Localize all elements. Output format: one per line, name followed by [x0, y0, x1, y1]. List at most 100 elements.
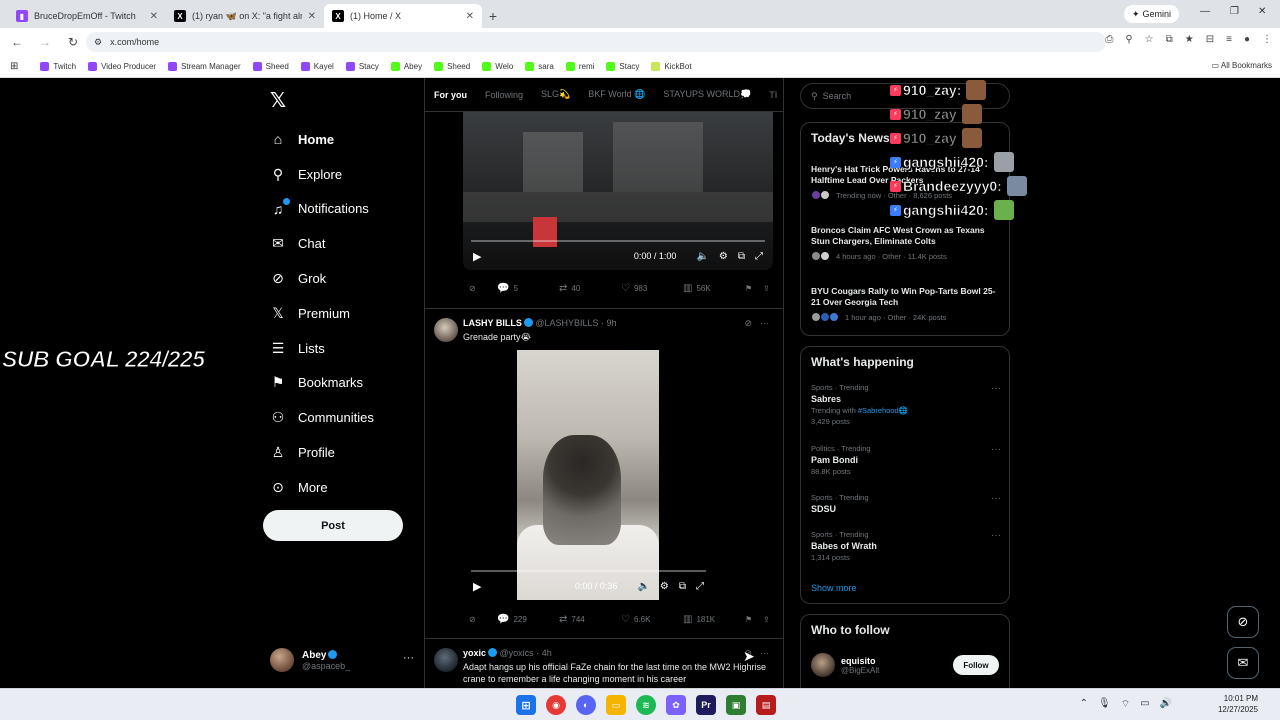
discord-icon[interactable]: ◐: [576, 695, 596, 715]
tweet-video-player[interactable]: ▶ 0:00 / 0:36 🔈 ⚙ ⧉ ⤢: [463, 350, 714, 600]
news-item[interactable]: Broncos Claim AFC West Crown as Texans S…: [811, 225, 1001, 261]
copilot-icon[interactable]: ✿: [666, 695, 686, 715]
nav-item-explore[interactable]: ⚲ Explore: [270, 157, 374, 192]
tweet-author-handle[interactable]: @yoxics: [500, 648, 534, 658]
play-icon[interactable]: ▶: [473, 580, 481, 593]
back-icon[interactable]: ←: [6, 35, 28, 49]
like-button[interactable]: ♡ 6.6K: [621, 614, 683, 625]
news-item[interactable]: BYU Cougars Rally to Win Pop-Tarts Bowl …: [811, 286, 1001, 322]
account-switcher[interactable]: Abey @aspaceb_ ···: [270, 648, 418, 672]
all-bookmarks-button[interactable]: ▭ All Bookmarks: [1212, 61, 1272, 70]
bookmark-item[interactable]: sara: [525, 62, 554, 71]
bookmark-star-icon[interactable]: ★: [1185, 34, 1194, 45]
gemini-button[interactable]: ✦ Gemini: [1124, 5, 1180, 23]
repost-button[interactable]: ⇄ 40: [559, 283, 621, 294]
reply-button[interactable]: 💬 229: [497, 614, 559, 625]
nav-item-grok[interactable]: ⊘ Grok: [270, 261, 374, 296]
close-tab-icon[interactable]: ✕: [150, 11, 158, 22]
clock[interactable]: 10:01 PM 12/27/2025: [1218, 693, 1258, 715]
profile-avatar-icon[interactable]: ●: [1244, 34, 1250, 45]
more-dots-icon[interactable]: ···: [760, 318, 769, 329]
bookmark-item[interactable]: Welo: [482, 62, 513, 71]
browser-tab-x-home[interactable]: X (1) Home / X ✕: [324, 4, 482, 28]
menu-icon[interactable]: ⋮: [1262, 34, 1272, 45]
x-logo-icon[interactable]: 𝕏: [270, 88, 286, 113]
feed-tab[interactable]: Following: [485, 90, 523, 100]
trend-item[interactable]: Sports · Trending Babes of Wrath 1,314 p…: [811, 530, 1001, 562]
nav-item-more[interactable]: ⊙ More: [270, 470, 374, 505]
feed-tab[interactable]: STAYUPS WORLD💭: [663, 89, 751, 100]
minimize-icon[interactable]: —: [1200, 6, 1210, 17]
volume-icon[interactable]: 🔈: [696, 251, 708, 262]
feed-tab[interactable]: TI: [769, 90, 777, 100]
chrome-icon[interactable]: ◉: [546, 695, 566, 715]
tweet-video-player[interactable]: ▶ 0:00 / 1:00 🔈 ⚙ ⧉ ⤢: [463, 112, 773, 270]
bookmark-item[interactable]: Video Producer: [88, 62, 156, 71]
tweet-time[interactable]: · 4h: [536, 648, 552, 658]
reload-icon[interactable]: ↻: [62, 35, 84, 49]
nav-item-communities[interactable]: ⚇ Communities: [270, 400, 374, 435]
more-dots-icon[interactable]: ···: [991, 444, 1001, 455]
app-icon[interactable]: ▣: [726, 695, 746, 715]
downloads-icon[interactable]: ≡: [1226, 34, 1232, 45]
spotify-icon[interactable]: ≋: [636, 695, 656, 715]
show-more-link[interactable]: Show more: [811, 583, 857, 593]
monitor-icon[interactable]: ▭: [1140, 698, 1149, 711]
wifi-icon[interactable]: ⌔: [1121, 698, 1130, 711]
trend-item[interactable]: Sports · Trending SDSU ···: [811, 493, 1001, 514]
bookmark-item[interactable]: Stacy: [345, 62, 379, 71]
nav-item-chat[interactable]: ✉ Chat: [270, 226, 374, 261]
nav-item-premium[interactable]: 𝕏 Premium: [270, 296, 374, 331]
address-bar[interactable]: ⚙ x.com/home: [86, 32, 1106, 52]
bookmark-icon[interactable]: ⚑: [745, 615, 763, 624]
browser-tab-twitch[interactable]: ▮ BruceDropEmOff - Twitch ✕: [8, 4, 166, 28]
trend-item[interactable]: Sports · Trending Sabres Trending with #…: [811, 383, 1001, 426]
apps-grid-icon[interactable]: ⊞: [10, 61, 18, 72]
split-view-icon[interactable]: ⊟: [1206, 34, 1214, 45]
more-dots-icon[interactable]: ···: [760, 648, 769, 659]
trend-hashtag[interactable]: #Sabrehood🌐: [858, 406, 908, 415]
grok-icon[interactable]: ⊘: [469, 284, 497, 293]
bookmark-item[interactable]: remi: [565, 62, 594, 71]
nav-item-lists[interactable]: ☰ Lists: [270, 331, 374, 366]
bookmark-item[interactable]: Sheed: [252, 62, 289, 71]
nav-item-profile[interactable]: ♙ Profile: [270, 435, 374, 470]
bookmark-item[interactable]: Sheed: [434, 62, 470, 71]
trend-item[interactable]: Politics · Trending Pam Bondi 88.8K post…: [811, 444, 1001, 476]
bookmark-item[interactable]: KickBot: [651, 62, 692, 71]
settings-icon[interactable]: ⚙: [660, 581, 669, 592]
nav-item-home[interactable]: ⌂ Home: [270, 122, 374, 157]
premiere-icon[interactable]: Pr: [696, 695, 716, 715]
mic-icon[interactable]: 🎙: [1098, 698, 1111, 711]
grok-icon[interactable]: ⊘: [469, 615, 497, 624]
pip-icon[interactable]: ⧉: [679, 581, 686, 592]
star-icon[interactable]: ☆: [1145, 34, 1154, 45]
extensions-icon[interactable]: ⧉: [1166, 34, 1173, 45]
feed-tab[interactable]: SLG💫: [541, 89, 570, 100]
settings-icon[interactable]: ⚙: [719, 251, 728, 262]
volume-icon[interactable]: 🔈: [637, 581, 649, 592]
more-dots-icon[interactable]: ···: [403, 652, 414, 664]
avatar[interactable]: [434, 648, 458, 672]
messages-fab-icon[interactable]: ✉: [1227, 647, 1259, 679]
follow-button[interactable]: Follow: [953, 655, 999, 675]
bookmark-item[interactable]: Twitch: [40, 62, 76, 71]
repost-button[interactable]: ⇄ 744: [559, 614, 621, 625]
close-tab-icon[interactable]: ✕: [308, 11, 316, 22]
new-tab-button[interactable]: +: [482, 5, 504, 27]
nav-item-notifications[interactable]: ♫ Notifications: [270, 192, 374, 227]
close-tab-icon[interactable]: ✕: [466, 11, 474, 22]
windows-start-icon[interactable]: ⊞: [516, 695, 536, 715]
app-icon[interactable]: ▤: [756, 695, 776, 715]
suggested-user[interactable]: equisito @BigExAlt: [811, 653, 879, 677]
install-icon[interactable]: ⎙: [1105, 34, 1113, 45]
post-button[interactable]: Post: [263, 510, 403, 541]
zoom-icon[interactable]: ⚲: [1125, 34, 1132, 45]
more-dots-icon[interactable]: ···: [991, 530, 1001, 541]
bookmark-item[interactable]: Stream Manager: [168, 62, 241, 71]
file-explorer-icon[interactable]: ▭: [606, 695, 626, 715]
fullscreen-icon[interactable]: ⤢: [696, 581, 704, 592]
more-dots-icon[interactable]: ···: [991, 383, 1001, 394]
bookmark-icon[interactable]: ⚑: [745, 284, 763, 293]
reply-button[interactable]: 💬 5: [497, 283, 559, 294]
